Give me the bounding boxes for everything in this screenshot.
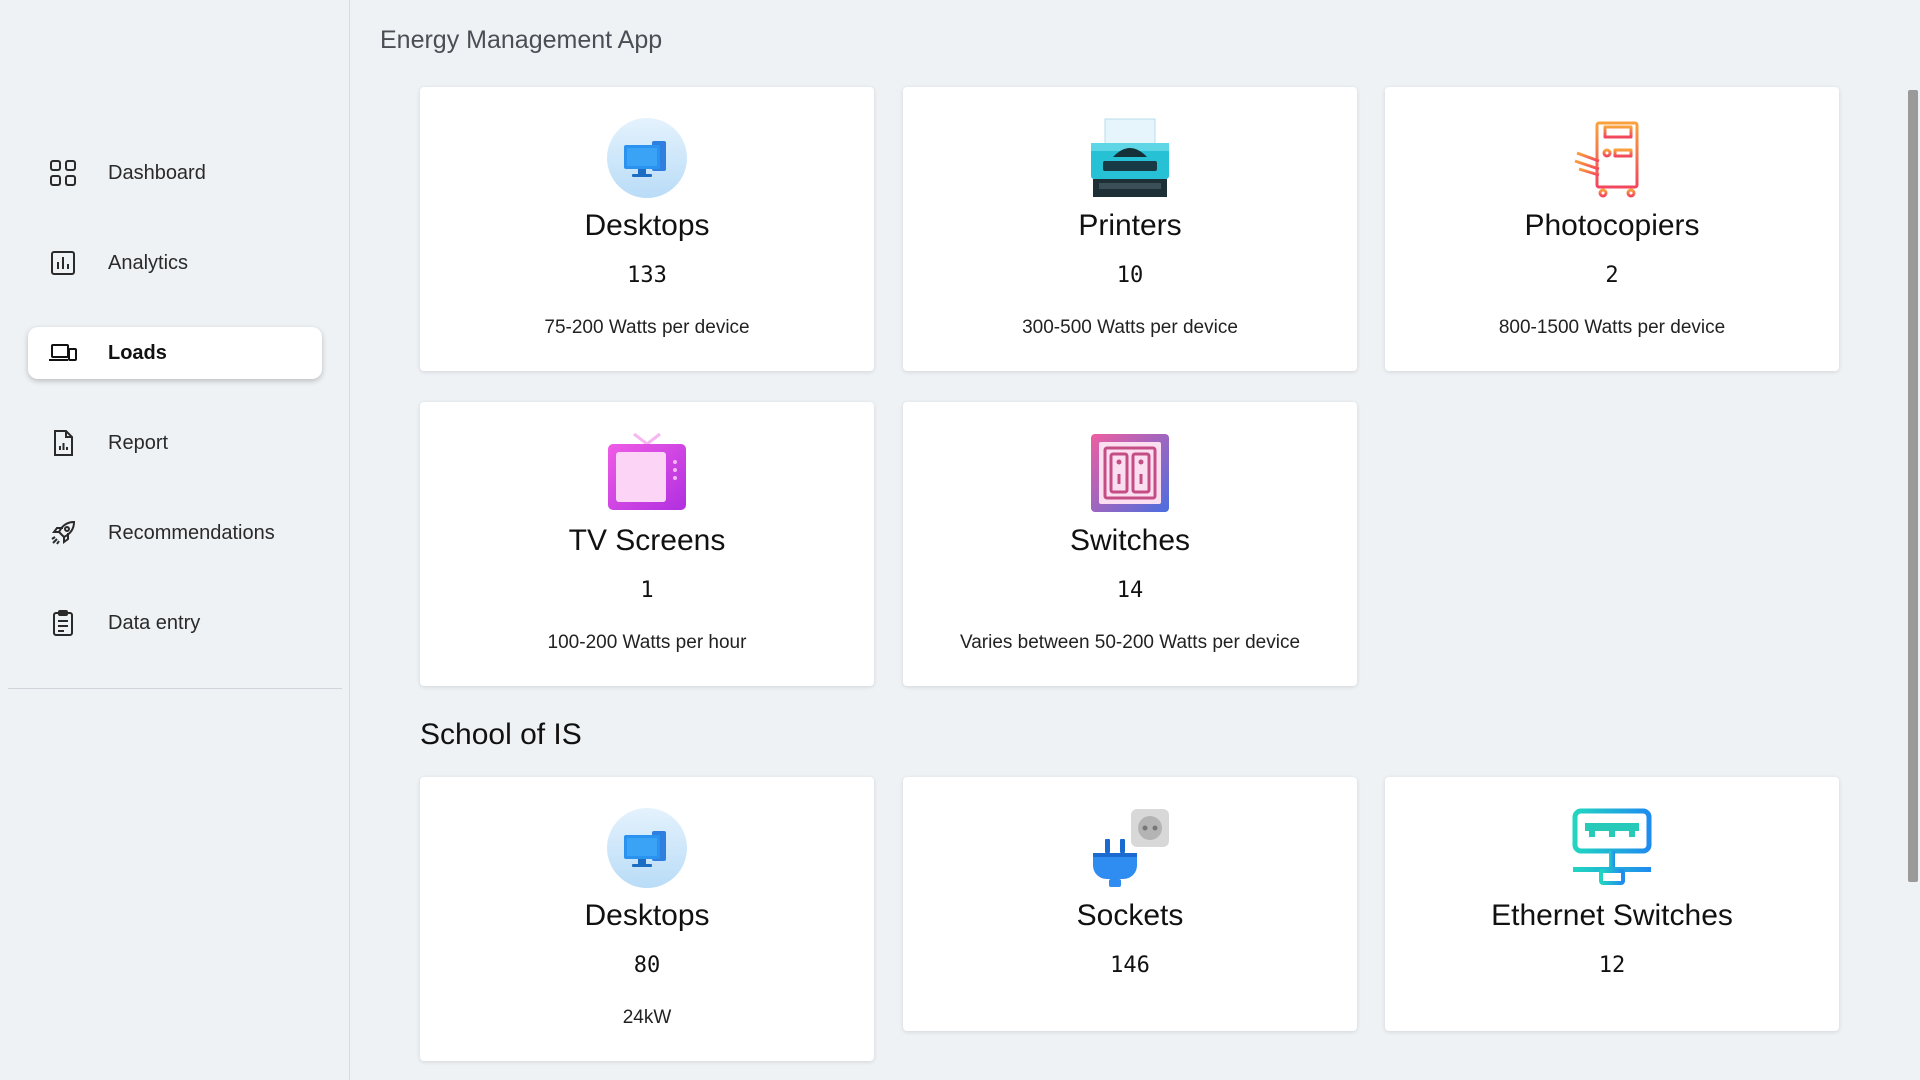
load-name: Switches	[1069, 524, 1191, 557]
load-card-tv-screens[interactable]: TV Screens 1 100-200 Watts per hour	[420, 402, 874, 686]
sidebar-divider	[8, 688, 342, 689]
school-card-sockets[interactable]: Sockets 146	[903, 777, 1357, 1031]
load-name: Desktops	[584, 899, 710, 932]
load-count: 80	[633, 953, 661, 978]
load-count: 14	[1116, 578, 1144, 603]
rocket-icon	[46, 516, 80, 550]
load-description: 300-500 Watts per device	[1022, 317, 1238, 338]
analytics-icon	[46, 246, 80, 280]
school-card-desktops[interactable]: Desktops 80 24kW	[420, 777, 874, 1061]
load-count: 12	[1598, 953, 1626, 978]
page-title: Energy Management App	[380, 26, 663, 54]
sidebar-item-report[interactable]: Report	[28, 417, 322, 469]
load-description: 75-200 Watts per device	[544, 317, 750, 338]
load-name: Photocopiers	[1524, 209, 1700, 242]
sidebar-item-loads[interactable]: Loads	[28, 327, 322, 379]
printer-icon	[1089, 117, 1171, 199]
sidebar-item-label: Recommendations	[108, 521, 275, 544]
load-name: TV Screens	[568, 524, 726, 557]
desktop-icon	[606, 117, 688, 199]
desktop-icon	[606, 807, 688, 889]
switch-icon	[1089, 432, 1171, 514]
sidebar-item-label: Dashboard	[108, 161, 206, 184]
load-name: Desktops	[584, 209, 710, 242]
load-name: Printers	[1078, 209, 1182, 242]
loads-icon	[46, 336, 80, 370]
sidebar-item-data-entry[interactable]: Data entry	[28, 597, 322, 649]
tv-icon	[606, 432, 688, 514]
load-description: 800-1500 Watts per device	[1498, 317, 1726, 338]
load-card-printers[interactable]: Printers 10 300-500 Watts per device	[903, 87, 1357, 371]
load-count: 146	[1110, 953, 1150, 978]
sidebar-item-label: Data entry	[108, 611, 201, 634]
load-count: 1	[640, 578, 654, 603]
sidebar-item-label: Analytics	[108, 251, 189, 274]
socket-icon	[1089, 807, 1171, 889]
report-icon	[46, 426, 80, 460]
sidebar-item-recommendations[interactable]: Recommendations	[28, 507, 322, 559]
load-description: 100-200 Watts per hour	[547, 632, 747, 653]
section-title: School of IS	[420, 718, 582, 751]
sidebar-nav: Dashboard Analytics Loads Report Recomme…	[28, 147, 322, 687]
load-count: 133	[627, 263, 667, 288]
load-count: 10	[1116, 263, 1144, 288]
sidebar-item-analytics[interactable]: Analytics	[28, 237, 322, 289]
dashboard-icon	[46, 156, 80, 190]
load-name: Sockets	[1076, 899, 1184, 932]
load-card-photocopiers[interactable]: Photocopiers 2 800-1500 Watts per device	[1385, 87, 1839, 371]
sidebar: Dashboard Analytics Loads Report Recomme…	[0, 0, 350, 1080]
load-name: Ethernet Switches	[1491, 899, 1733, 932]
school-card-ethernet-switches[interactable]: Ethernet Switches 12	[1385, 777, 1839, 1031]
sidebar-item-dashboard[interactable]: Dashboard	[28, 147, 322, 199]
load-card-switches[interactable]: Switches 14 Varies between 50-200 Watts …	[903, 402, 1357, 686]
scrollbar-thumb[interactable]	[1908, 90, 1918, 882]
sidebar-item-label: Report	[108, 431, 169, 454]
clipboard-icon	[46, 606, 80, 640]
load-description: Varies between 50-200 Watts per device	[959, 632, 1301, 653]
scrollbar[interactable]	[1906, 0, 1920, 1080]
load-count: 2	[1605, 263, 1619, 288]
sidebar-item-label: Loads	[108, 341, 167, 364]
load-description: 24kW	[622, 1007, 672, 1028]
ethernet-switch-icon	[1571, 807, 1653, 889]
photocopier-icon	[1571, 117, 1653, 199]
load-card-desktops[interactable]: Desktops 133 75-200 Watts per device	[420, 87, 874, 371]
